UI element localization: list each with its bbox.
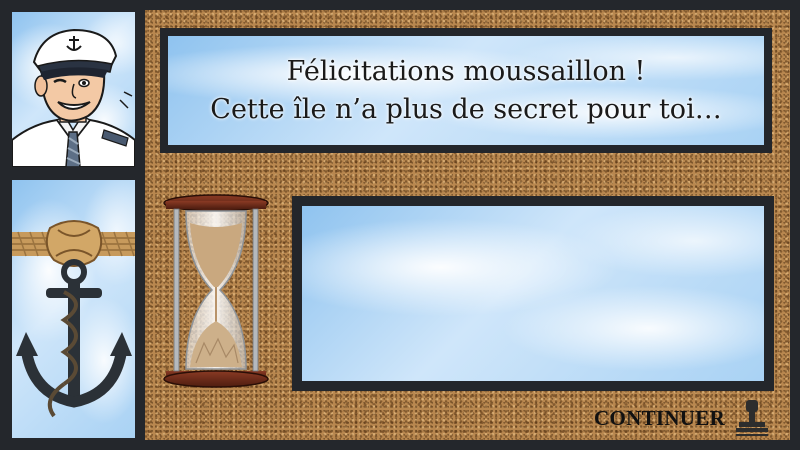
island-secret-text: Cette île n’a plus de secret pour toi… (210, 93, 722, 125)
congratulations-text: Félicitations moussaillon ! (286, 55, 646, 87)
continue-label: CONTINUER (594, 405, 726, 430)
hourglass-icon (160, 193, 272, 388)
anchor-panel (12, 180, 135, 438)
sailor-captain-icon (12, 28, 135, 167)
stamp-icon (736, 400, 769, 436)
message-panel: Félicitations moussaillon ! Cette île n’… (160, 28, 772, 153)
answer-panel (292, 196, 774, 391)
sailor-portrait-panel (12, 12, 135, 167)
anchor-rope-icon (12, 220, 135, 418)
continue-button[interactable]: CONTINUER (594, 398, 786, 438)
